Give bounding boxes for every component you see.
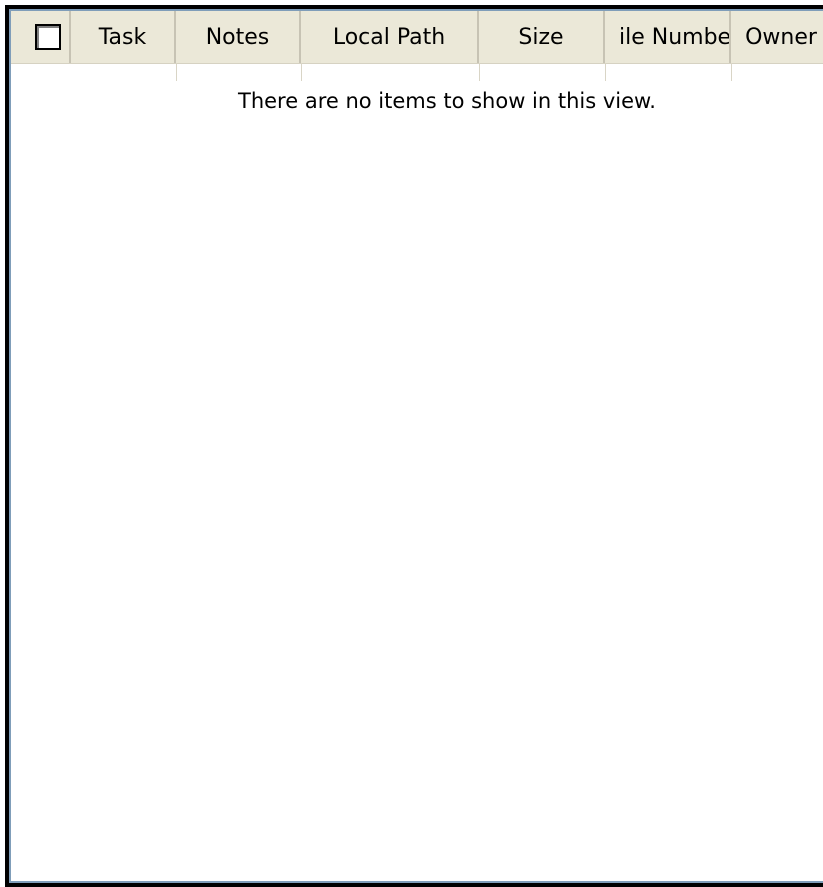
column-grid-line [176, 63, 177, 81]
column-header-owner[interactable]: Owner [731, 11, 823, 63]
column-label-task: Task [98, 24, 147, 50]
column-grid-line [605, 63, 606, 81]
column-label-owner: Owner [745, 24, 817, 50]
column-header-file-number[interactable]: ile Numbe [605, 11, 731, 63]
column-grid-line [301, 63, 302, 81]
select-all-checkbox[interactable] [35, 24, 61, 50]
column-header-size[interactable]: Size [479, 11, 605, 63]
column-label-file-number: ile Numbe [619, 24, 731, 50]
column-header-task[interactable]: Task [71, 11, 176, 63]
column-label-size: Size [518, 24, 564, 50]
empty-view-message: There are no items to show in this view. [238, 89, 656, 113]
window-frame: Task Notes Local Path Size ile Numbe Own… [5, 5, 823, 887]
column-header-local-path[interactable]: Local Path [301, 11, 479, 63]
column-header-select-all[interactable] [11, 11, 71, 63]
column-header-notes[interactable]: Notes [176, 11, 301, 63]
task-list-view[interactable]: Task Notes Local Path Size ile Numbe Own… [9, 9, 823, 883]
column-grid-line [479, 63, 480, 81]
column-label-local-path: Local Path [332, 24, 446, 50]
column-header-row: Task Notes Local Path Size ile Numbe Own… [11, 11, 823, 64]
column-grid-line [731, 63, 732, 81]
column-label-notes: Notes [205, 24, 270, 50]
